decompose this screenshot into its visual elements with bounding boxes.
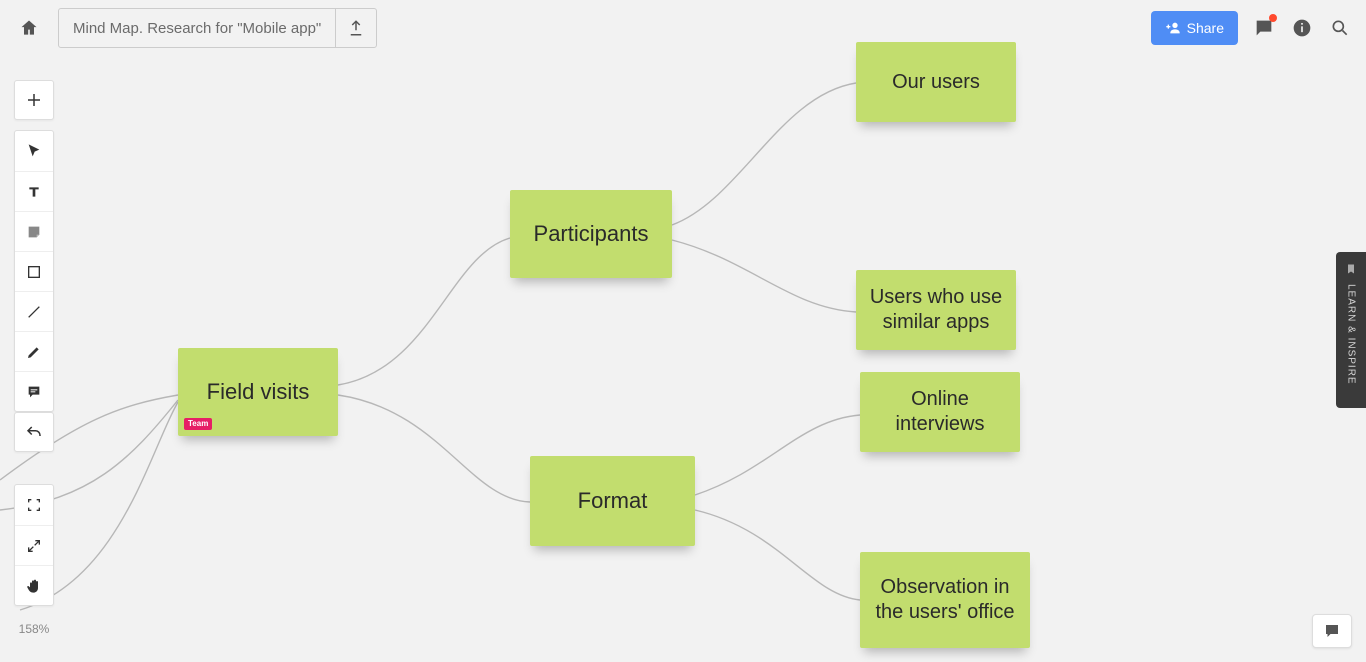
node-label: Observation in the users' office <box>872 575 1018 625</box>
bookmark-icon <box>1345 262 1357 276</box>
tool-group-undo <box>14 412 54 452</box>
sticky-icon <box>26 224 42 240</box>
undo-tool[interactable] <box>15 413 53 453</box>
plus-icon <box>25 91 43 109</box>
export-icon <box>347 19 365 37</box>
node-label: Users who use similar apps <box>868 285 1004 335</box>
topbar-right: Share <box>1151 0 1352 56</box>
tool-group-main <box>14 130 54 412</box>
node-label: Participants <box>534 220 649 248</box>
person-add-icon <box>1165 20 1181 36</box>
zoom-level[interactable]: 158% <box>14 622 54 636</box>
node-field-visits[interactable]: Field visits Team <box>178 348 338 436</box>
text-icon <box>26 184 42 200</box>
node-label: Field visits <box>207 378 310 406</box>
home-button[interactable] <box>14 13 44 43</box>
square-icon <box>26 264 42 280</box>
board-title[interactable]: Mind Map. Research for "Mobile app" <box>59 9 336 47</box>
search-icon <box>1330 18 1350 38</box>
shape-tool[interactable] <box>15 251 53 291</box>
comment-tool[interactable] <box>15 371 53 411</box>
expand-icon <box>26 538 42 554</box>
mindmap-edges <box>0 0 1366 662</box>
node-label: Online interviews <box>872 387 1008 437</box>
pen-icon <box>26 344 42 360</box>
node-online-interviews[interactable]: Online interviews <box>860 372 1020 452</box>
text-tool[interactable] <box>15 171 53 211</box>
node-format[interactable]: Format <box>530 456 695 546</box>
info-icon <box>1292 18 1312 38</box>
learn-inspire-label: LEARN & INSPIRE <box>1346 284 1357 385</box>
learn-inspire-tab[interactable]: LEARN & INSPIRE <box>1336 252 1366 408</box>
line-tool[interactable] <box>15 291 53 331</box>
comment-box-icon <box>26 384 42 400</box>
cursor-icon <box>26 143 42 159</box>
node-label: Our users <box>892 70 980 95</box>
share-label: Share <box>1187 20 1224 36</box>
add-tool[interactable] <box>14 80 54 120</box>
chat-icon <box>1322 622 1342 640</box>
tool-group-view <box>14 484 54 606</box>
comments-button[interactable] <box>1252 16 1276 40</box>
notification-dot <box>1269 14 1277 22</box>
search-button[interactable] <box>1328 16 1352 40</box>
pen-tool[interactable] <box>15 331 53 371</box>
line-icon <box>26 304 42 320</box>
export-button[interactable] <box>336 9 376 47</box>
hand-icon <box>26 578 42 594</box>
node-similar-apps[interactable]: Users who use similar apps <box>856 270 1016 350</box>
board-title-box: Mind Map. Research for "Mobile app" <box>58 8 377 48</box>
hand-tool[interactable] <box>15 565 53 605</box>
undo-icon <box>25 424 43 442</box>
home-icon <box>19 18 39 38</box>
fullscreen-tool[interactable] <box>15 525 53 565</box>
node-observation[interactable]: Observation in the users' office <box>860 552 1030 648</box>
frame-icon <box>26 497 42 513</box>
share-button[interactable]: Share <box>1151 11 1238 45</box>
sticky-tool[interactable] <box>15 211 53 251</box>
chat-button[interactable] <box>1312 614 1352 648</box>
node-participants[interactable]: Participants <box>510 190 672 278</box>
canvas[interactable]: Field visits Team Participants Format Ou… <box>0 0 1366 662</box>
frame-tool[interactable] <box>15 485 53 525</box>
select-tool[interactable] <box>15 131 53 171</box>
node-label: Format <box>578 487 648 515</box>
node-tag: Team <box>184 418 212 430</box>
info-button[interactable] <box>1290 16 1314 40</box>
topbar: Mind Map. Research for "Mobile app" Shar… <box>0 0 1366 56</box>
